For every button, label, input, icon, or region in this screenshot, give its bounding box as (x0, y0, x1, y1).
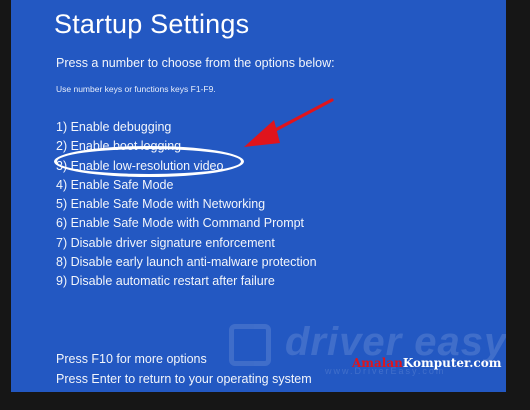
brand-part-amalan: Amalan (352, 356, 403, 370)
page-title: Startup Settings (54, 9, 250, 39)
more-options-text[interactable]: Press F10 for more options (56, 352, 207, 366)
option-enable-safe-mode[interactable]: 4) Enable Safe Mode (56, 176, 317, 195)
instruction-text: Press a number to choose from the option… (56, 56, 335, 70)
option-safe-mode-networking[interactable]: 5) Enable Safe Mode with Networking (56, 195, 317, 214)
option-safe-mode-command-prompt[interactable]: 6) Enable Safe Mode with Command Prompt (56, 214, 317, 233)
startup-settings-screen: Startup Settings Press a number to choos… (11, 0, 506, 392)
option-disable-early-launch-antimalware[interactable]: 8) Disable early launch anti-malware pro… (56, 253, 317, 272)
driver-easy-logo-icon (229, 324, 271, 366)
option-disable-auto-restart[interactable]: 9) Disable automatic restart after failu… (56, 272, 317, 291)
amalan-komputer-brand: AmalanKomputer.com (352, 356, 501, 370)
red-arrow-icon (244, 98, 334, 147)
key-hint-text: Use number keys or functions keys F1-F9. (56, 84, 216, 94)
highlight-ellipse (54, 146, 244, 177)
option-disable-driver-signature[interactable]: 7) Disable driver signature enforcement (56, 234, 317, 253)
brand-part-komputer: Komputer.com (402, 356, 502, 370)
return-to-os-text[interactable]: Press Enter to return to your operating … (56, 372, 312, 386)
